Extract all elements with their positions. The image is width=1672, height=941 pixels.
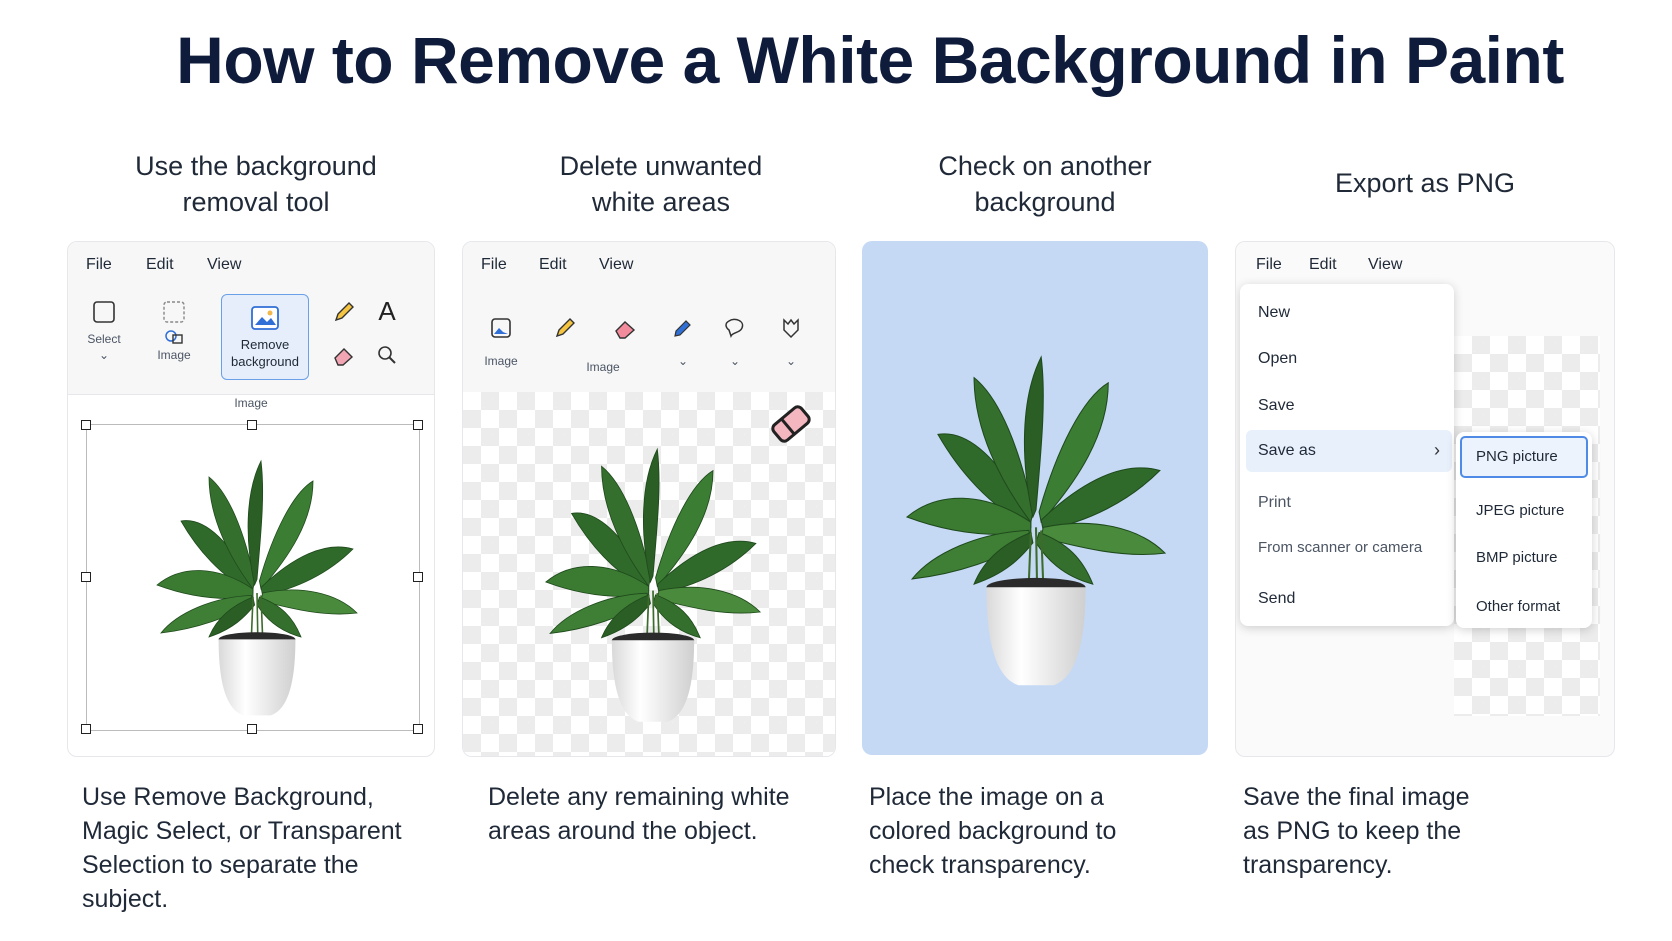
menu-bar: File Edit View [1236,242,1614,286]
chevron-right-icon: › [1434,440,1440,460]
step2-description: Delete any remaining white areas around … [488,783,790,845]
eraser-icon [615,321,636,339]
text-icon: A [378,296,396,326]
resize-handle[interactable] [247,420,257,430]
image-label: Image [157,348,191,362]
save-as-label: Save as [1258,442,1316,459]
submenu-item-jpeg[interactable]: JPEG picture [1476,502,1564,519]
pencil-icon [334,302,354,322]
image-icon [491,318,511,338]
save-as-submenu: PNG picture JPEG picture BMP picture Oth… [1456,432,1592,628]
menu-bar: File Edit View [68,242,434,286]
step2-heading: Delete unwanted white areas [559,151,763,217]
magic-select-icon [165,330,183,344]
resize-handle[interactable] [413,420,423,430]
select-tool[interactable]: Select ⌄ [78,300,130,362]
text-tool[interactable]: A [373,296,401,327]
select-label: Select [87,332,121,346]
menu-item-print[interactable]: Print [1258,494,1291,512]
panel-remove-background: File Edit View Select ⌄ Image Remove bac… [67,241,435,757]
step3-heading: Check on another background [938,151,1152,217]
remove-bg-line1: Remove [240,337,290,352]
plant-image [544,448,761,723]
color-picker-icon [674,320,691,337]
resize-handle[interactable] [81,420,91,430]
menu-item-new[interactable]: New [1258,304,1290,322]
resize-handle[interactable] [413,572,423,582]
menu-file[interactable]: File [481,256,507,274]
chevron-down-icon[interactable]: ⌄ [78,348,130,362]
chevron-down-icon[interactable]: ⌄ [721,354,749,368]
menu-edit[interactable]: Edit [146,256,174,274]
brush-tool[interactable]: ⌄ [777,316,805,368]
color-picker-tool[interactable]: ⌄ [669,316,697,368]
submenu-item-bmp[interactable]: BMP picture [1476,549,1557,566]
menu-item-scanner[interactable]: From scanner or camera [1258,539,1422,556]
chevron-down-icon[interactable]: ⌄ [669,354,697,368]
eraser-tool[interactable] [330,344,358,366]
step1-heading: Use the background removal tool [135,151,377,217]
eraser-icon [771,405,811,443]
plant-image [156,460,358,717]
selection-box[interactable] [86,424,420,731]
shapes-tool[interactable]: ⌄ [721,316,749,368]
step4-heading: Export as PNG [1334,168,1516,198]
file-menu: New Open Save Save as › Print From scann… [1240,284,1454,626]
image-label: Image [484,354,518,368]
image-label: Image [586,360,620,374]
pencil-tool[interactable] [330,300,358,324]
resize-handle[interactable] [247,724,257,734]
resize-handle[interactable] [81,724,91,734]
image-select-tool[interactable]: Image [146,300,202,362]
remove-background-button[interactable]: Remove background [221,294,309,380]
submenu-item-png[interactable]: PNG picture [1460,436,1588,478]
magnifier-icon [378,346,396,364]
magnifier-tool[interactable] [373,344,401,366]
menu-edit[interactable]: Edit [539,256,567,274]
eraser-icon [334,348,354,366]
chevron-down-icon[interactable]: ⌄ [777,354,805,368]
menu-view[interactable]: View [207,256,241,274]
menu-item-save-as[interactable]: Save as › [1246,430,1452,472]
free-select-icon [163,301,185,323]
image-group: Image [573,360,633,374]
step1-description: Use Remove Background, Magic Select, or … [82,783,402,913]
colored-background [862,241,1208,755]
submenu-item-other[interactable]: Other format [1476,598,1560,615]
resize-handle[interactable] [413,724,423,734]
menu-file[interactable]: File [1256,256,1282,274]
panel-export-png: File Edit View New Open Save Save as › P… [1235,241,1615,757]
pencil-icon [555,318,575,338]
eraser-tool[interactable] [611,316,639,340]
brush-icon [783,318,799,339]
menu-view[interactable]: View [1368,256,1402,274]
transparent-canvas[interactable] [463,392,835,756]
menu-item-save[interactable]: Save [1258,397,1294,415]
ribbon: Select ⌄ Image Remove background A [68,286,434,395]
select-icon [93,301,115,323]
menu-item-open[interactable]: Open [1258,350,1297,368]
panel-delete-white: File Edit View Image Image ⌄ ⌄ ⌄ [462,241,836,757]
panel-colored-background [862,241,1208,755]
image-icon [251,306,279,330]
menu-bar: File Edit View [463,242,835,286]
menu-file[interactable]: File [86,256,112,274]
remove-bg-line2: background [231,354,299,369]
png-label: PNG picture [1476,448,1558,465]
plant-image [905,355,1167,687]
resize-handle[interactable] [81,572,91,582]
image-tool[interactable]: Image [481,316,521,368]
menu-edit[interactable]: Edit [1309,256,1337,274]
menu-view[interactable]: View [599,256,633,274]
menu-item-send[interactable]: Send [1258,590,1295,608]
shapes-icon [725,318,744,338]
image-group-label: Image [234,396,268,410]
step3-description: Place the image on a colored background … [869,783,1117,879]
page-title: How to Remove a White Background in Pain… [176,23,1564,97]
step4-description: Save the final image as PNG to keep the … [1243,783,1470,879]
pencil-tool[interactable] [551,316,579,340]
